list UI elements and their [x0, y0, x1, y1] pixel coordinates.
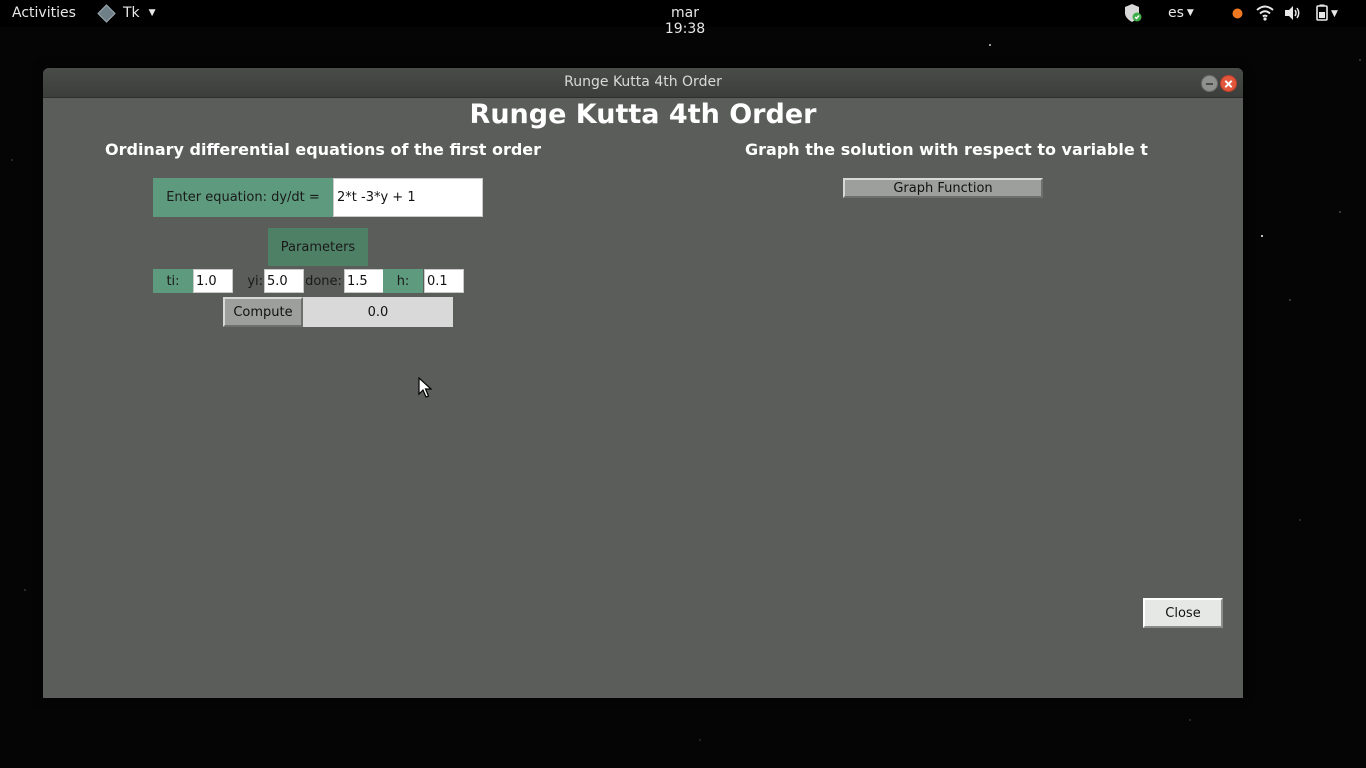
keyboard-layout[interactable]: es ▼	[1168, 5, 1194, 21]
keyboard-layout-label: es	[1168, 5, 1184, 21]
parameters-label: Parameters	[268, 228, 368, 266]
app-icon	[97, 3, 116, 23]
done-label: done:	[304, 269, 343, 293]
yi-input[interactable]	[264, 269, 304, 293]
clock[interactable]: mar 19:38	[650, 5, 720, 37]
top-bar: Activities Tk ▼ mar 19:38 es ▼ ▼	[0, 0, 1366, 37]
equation-input[interactable]	[333, 178, 483, 217]
shield-icon[interactable]	[1123, 3, 1143, 23]
minimize-icon[interactable]	[1201, 75, 1218, 92]
svg-text:▼: ▼	[1331, 9, 1338, 19]
graph-function-button[interactable]: Graph Function	[843, 178, 1043, 198]
app-menu-label: Tk	[123, 5, 140, 21]
h-label: h:	[383, 269, 423, 293]
mouse-cursor-icon	[418, 377, 432, 398]
chevron-down-icon: ▼	[148, 8, 156, 18]
right-subheading: Graph the solution with respect to varia…	[745, 140, 1148, 159]
done-input[interactable]	[344, 269, 384, 293]
close-button[interactable]: Close	[1143, 598, 1223, 628]
volume-icon[interactable]	[1284, 5, 1302, 21]
ti-input[interactable]	[193, 269, 233, 293]
app-menu[interactable]: Tk ▼	[97, 3, 156, 23]
h-input[interactable]	[424, 269, 464, 293]
ti-label: ti:	[153, 269, 193, 293]
yi-label: yi:	[233, 269, 264, 293]
wifi-icon[interactable]	[1256, 5, 1274, 21]
close-window-icon[interactable]	[1220, 75, 1237, 92]
chevron-down-icon: ▼	[1186, 8, 1194, 18]
compute-button[interactable]: Compute	[223, 297, 303, 327]
equation-label: Enter equation: dy/dt =	[153, 178, 333, 217]
notification-dot-icon[interactable]	[1232, 8, 1243, 19]
left-subheading: Ordinary differential equations of the f…	[105, 140, 542, 159]
result-value: 0.0	[303, 297, 453, 327]
window-titlebar[interactable]: Runge Kutta 4th Order	[43, 68, 1243, 98]
window-title: Runge Kutta 4th Order	[564, 74, 722, 90]
activities-button[interactable]: Activities	[12, 5, 76, 21]
battery-icon[interactable]: ▼	[1314, 4, 1338, 22]
app-window: Runge Kutta 4th Order Runge Kutta 4th Or…	[43, 68, 1243, 698]
page-title: Runge Kutta 4th Order	[469, 99, 817, 130]
